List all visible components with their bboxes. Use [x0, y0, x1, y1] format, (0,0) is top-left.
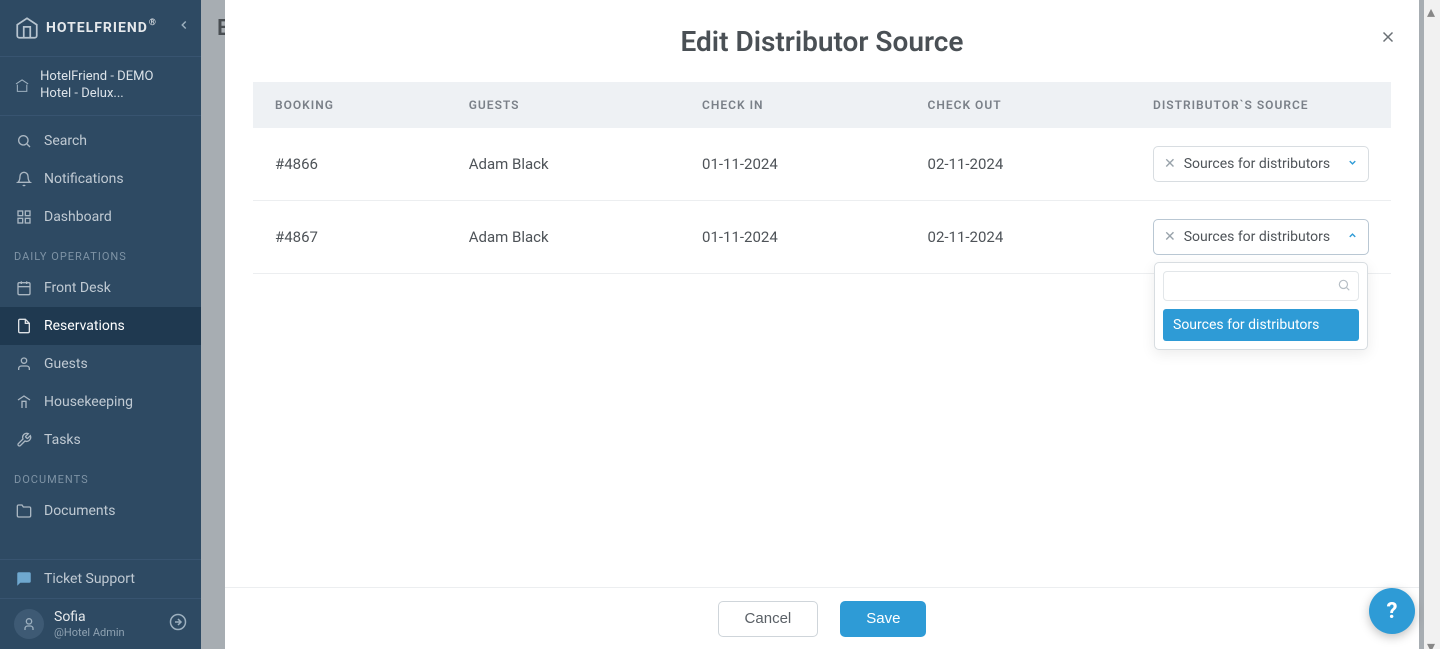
dropdown-search-input[interactable] [1163, 271, 1359, 301]
hotel-name: HotelFriend - DEMO Hotel - Delux... [40, 69, 187, 103]
sidebar-item-label: Notifications [44, 171, 124, 187]
chevron-up-icon [1347, 230, 1358, 244]
modal-body: BOOKING GUESTS CHECK IN CHECK OUT DISTRI… [225, 82, 1419, 587]
sidebar-item-documents[interactable]: Documents [0, 492, 201, 530]
user-role: @Hotel Admin [54, 626, 169, 639]
close-icon[interactable] [1379, 28, 1397, 50]
col-check-in: CHECK IN [680, 82, 905, 128]
brand-logo[interactable]: HOTELFRIEND ® [14, 15, 157, 41]
user-meta: Sofia @Hotel Admin [54, 609, 169, 639]
sidebar: HOTELFRIEND ® HotelFriend - DEMO Hotel -… [0, 0, 201, 649]
sidebar-item-ticket-support[interactable]: Ticket Support [0, 560, 201, 598]
sidebar-item-label: Tasks [44, 432, 81, 448]
cell-booking: #4866 [253, 128, 447, 201]
table-row: #4867 Adam Black 01-11-2024 02-11-2024 ✕… [253, 201, 1391, 274]
front-desk-icon [14, 280, 34, 296]
cell-guest: Adam Black [447, 128, 680, 201]
table-row: #4866 Adam Black 01-11-2024 02-11-2024 ✕… [253, 128, 1391, 201]
sidebar-item-dashboard[interactable]: Dashboard [0, 198, 201, 236]
bell-icon [14, 171, 34, 187]
guests-icon [14, 356, 34, 372]
modal-header: Edit Distributor Source [225, 0, 1419, 82]
hotel-selector[interactable]: HotelFriend - DEMO Hotel - Delux... [0, 56, 201, 116]
cell-check-out: 02-11-2024 [906, 201, 1131, 274]
brand-text: HOTELFRIEND [46, 20, 148, 36]
sidebar-item-guests[interactable]: Guests [0, 345, 201, 383]
col-check-out: CHECK OUT [906, 82, 1131, 128]
hotel-icon [14, 75, 30, 97]
save-button[interactable]: Save [840, 601, 926, 637]
distributor-source-select[interactable]: ✕ Sources for distributors [1153, 219, 1369, 255]
sidebar-section-daily-ops: DAILY OPERATIONS [0, 236, 201, 269]
sidebar-item-label: Front Desk [44, 280, 111, 296]
sidebar-item-label: Reservations [44, 318, 125, 334]
bookings-table: BOOKING GUESTS CHECK IN CHECK OUT DISTRI… [253, 82, 1391, 274]
col-guests: GUESTS [447, 82, 680, 128]
cell-booking: #4867 [253, 201, 447, 274]
sidebar-item-reservations[interactable]: Reservations [0, 307, 201, 345]
brand-icon [14, 15, 40, 41]
cell-guest: Adam Black [447, 201, 680, 274]
tasks-icon [14, 432, 34, 448]
cancel-button[interactable]: Cancel [718, 601, 819, 637]
modal-title: Edit Distributor Source [681, 25, 964, 58]
sidebar-item-label: Guests [44, 356, 88, 372]
sidebar-section-documents: DOCUMENTS [0, 459, 201, 492]
dropdown-option[interactable]: Sources for distributors [1163, 309, 1359, 341]
sidebar-user[interactable]: Sofia @Hotel Admin [0, 598, 201, 649]
user-name: Sofia [54, 609, 169, 626]
scroll-down-icon[interactable]: ▾ [1427, 637, 1437, 647]
col-booking: BOOKING [253, 82, 447, 128]
search-icon [1337, 278, 1351, 296]
cell-check-out: 02-11-2024 [906, 128, 1131, 201]
reservations-icon [14, 318, 34, 334]
select-value: Sources for distributors [1184, 156, 1347, 172]
sidebar-item-label: Ticket Support [44, 571, 135, 587]
brand-reg-mark: ® [149, 18, 157, 28]
sidebar-item-front-desk[interactable]: Front Desk [0, 269, 201, 307]
sidebar-item-tasks[interactable]: Tasks [0, 421, 201, 459]
clear-icon[interactable]: ✕ [1164, 230, 1176, 244]
search-icon [14, 133, 34, 149]
help-fab[interactable]: ? [1369, 588, 1415, 634]
dashboard-icon [14, 209, 34, 225]
cell-check-in: 01-11-2024 [680, 128, 905, 201]
folder-icon [14, 503, 34, 519]
clear-icon[interactable]: ✕ [1164, 157, 1176, 171]
sidebar-item-label: Search [44, 133, 87, 149]
housekeeping-icon [14, 394, 34, 410]
select-value: Sources for distributors [1184, 229, 1347, 245]
edit-distributor-modal: Edit Distributor Source BOOKING GUESTS C… [225, 0, 1419, 649]
select-dropdown: Sources for distributors [1154, 262, 1368, 350]
sidebar-header: HOTELFRIEND ® [0, 0, 201, 56]
chat-icon [14, 570, 34, 588]
sidebar-nav: Search Notifications Dashboard DAILY OPE… [0, 116, 201, 559]
sidebar-item-housekeeping[interactable]: Housekeeping [0, 383, 201, 421]
sidebar-item-label: Dashboard [44, 209, 112, 225]
sidebar-item-label: Housekeeping [44, 394, 133, 410]
avatar [14, 609, 44, 639]
scroll-up-icon[interactable]: ▴ [1427, 2, 1437, 12]
cell-check-in: 01-11-2024 [680, 201, 905, 274]
modal-footer: Cancel Save [225, 587, 1419, 649]
col-dist-source: DISTRIBUTOR`S SOURCE [1131, 82, 1391, 128]
sidebar-item-notifications[interactable]: Notifications [0, 160, 201, 198]
chevron-down-icon [1347, 157, 1358, 171]
sidebar-item-search[interactable]: Search [0, 122, 201, 160]
sidebar-footer: Ticket Support Sofia @Hotel Admin [0, 559, 201, 649]
sidebar-item-label: Documents [44, 503, 115, 519]
collapse-sidebar-icon[interactable] [177, 18, 191, 36]
logout-icon[interactable] [169, 613, 187, 635]
window-scrollbar[interactable]: ▴ ▾ [1424, 0, 1440, 649]
distributor-source-select[interactable]: ✕ Sources for distributors [1153, 146, 1369, 182]
